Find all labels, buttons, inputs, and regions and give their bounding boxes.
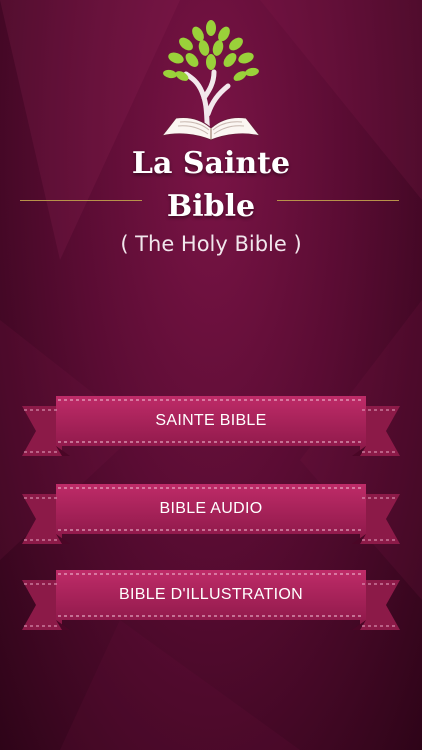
title-divider-right [277,200,399,201]
bible-audio-button[interactable]: BIBLE AUDIO [22,484,400,544]
tree-book-logo-icon [160,20,262,141]
app-subtitle: ( The Holy Bible ) [120,232,302,256]
bible-illustration-button[interactable]: BIBLE D'ILLUSTRATION [22,570,400,630]
bible-illustration-label: BIBLE D'ILLUSTRATION [119,586,303,603]
app-title-line1: La Sainte [131,146,291,181]
app-title-line2: Bible [166,189,256,224]
sainte-bible-button[interactable]: SAINTE BIBLE [22,396,400,456]
bible-audio-label: BIBLE AUDIO [159,500,263,517]
sainte-bible-label: SAINTE BIBLE [155,412,267,429]
